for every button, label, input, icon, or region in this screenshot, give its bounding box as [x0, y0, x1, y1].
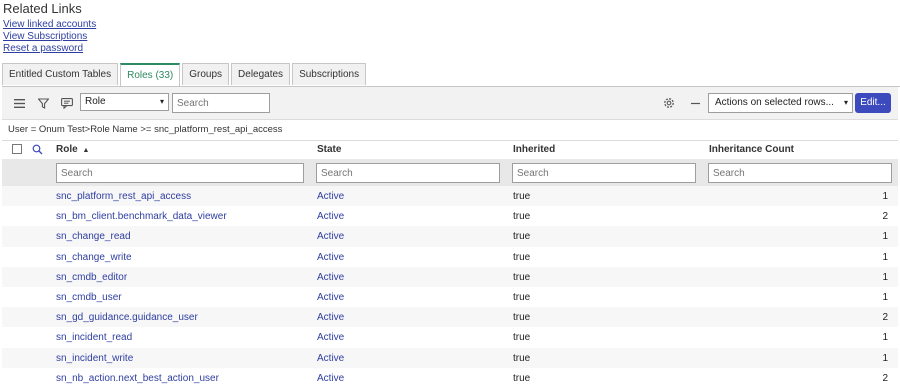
- filter-field-select[interactable]: Role ▾: [80, 93, 169, 111]
- column-header-inherited[interactable]: Inherited: [513, 144, 555, 155]
- inheritance-count-value: 1: [882, 332, 888, 344]
- filter-breadcrumb[interactable]: User = Onum Test>Role Name >= snc_platfo…: [8, 124, 282, 135]
- reset-password-link[interactable]: Reset a password: [3, 43, 83, 54]
- column-header-inheritance-count[interactable]: Inheritance Count: [709, 144, 794, 155]
- inherited-value: true: [513, 271, 531, 283]
- sort-ascending-icon: ▲: [82, 147, 90, 154]
- inheritance-count-search-input[interactable]: [708, 163, 892, 183]
- inheritance-count-value: 2: [882, 372, 888, 384]
- role-link[interactable]: snc_platform_rest_api_access: [56, 191, 191, 202]
- column-search-row: [2, 159, 898, 186]
- comment-icon[interactable]: [60, 96, 74, 110]
- role-link[interactable]: sn_incident_write: [56, 353, 133, 364]
- inherited-value: true: [513, 372, 531, 384]
- list-toolbar: Role ▾ Actions on selected rows... ▾ Edi…: [2, 87, 898, 120]
- search-icon: [32, 144, 43, 155]
- state-link[interactable]: Active: [317, 292, 344, 303]
- table-row: sn_incident_write Active true 1: [2, 347, 898, 368]
- tab-subscriptions[interactable]: Subscriptions: [292, 63, 367, 85]
- table-row: sn_gd_guidance.guidance_user Active true…: [2, 307, 898, 328]
- tab-groups[interactable]: Groups: [182, 63, 230, 85]
- collapse-minus-icon[interactable]: [688, 96, 702, 110]
- state-link[interactable]: Active: [317, 332, 344, 343]
- role-link[interactable]: sn_cmdb_user: [56, 292, 122, 303]
- actions-on-selected-rows-select[interactable]: Actions on selected rows... ▾: [708, 93, 853, 113]
- inherited-value: true: [513, 211, 531, 223]
- state-link[interactable]: Active: [317, 252, 344, 263]
- role-link[interactable]: sn_gd_guidance.guidance_user: [56, 312, 198, 323]
- inherited-value: true: [513, 312, 531, 324]
- list-search-input[interactable]: [172, 93, 270, 113]
- inherited-value: true: [513, 191, 531, 202]
- role-link[interactable]: sn_bm_client.benchmark_data_viewer: [56, 211, 227, 222]
- state-link[interactable]: Active: [317, 353, 344, 364]
- table-row: snc_platform_rest_api_access Active true…: [2, 186, 898, 207]
- column-search-toggle[interactable]: [32, 144, 43, 158]
- inheritance-count-value: 1: [882, 352, 888, 364]
- table-row: sn_change_write Active true 1: [2, 247, 898, 267]
- state-link[interactable]: Active: [317, 272, 344, 283]
- state-link[interactable]: Active: [317, 373, 344, 384]
- inherited-search-input[interactable]: [512, 163, 696, 183]
- inheritance-count-value: 1: [882, 251, 888, 263]
- role-link[interactable]: sn_change_read: [56, 231, 131, 242]
- view-linked-accounts-link[interactable]: View linked accounts: [3, 19, 96, 30]
- state-link[interactable]: Active: [317, 231, 344, 242]
- inherited-value: true: [513, 251, 531, 263]
- gear-icon[interactable]: [662, 96, 676, 110]
- inheritance-count-value: 1: [882, 271, 888, 283]
- column-header-role-label: Role: [56, 144, 78, 155]
- column-header-state[interactable]: State: [317, 144, 341, 155]
- table-row: sn_cmdb_user Active true 1: [2, 287, 898, 307]
- filter-field-value: Role: [85, 96, 106, 107]
- inherited-value: true: [513, 291, 531, 303]
- table-row: sn_incident_read Active true 1: [2, 327, 898, 347]
- inheritance-count-value: 1: [882, 231, 888, 243]
- related-list-tabs: Entitled Custom Tables Roles (33) Groups…: [2, 63, 368, 86]
- caret-down-icon: ▾: [843, 98, 848, 107]
- edit-button[interactable]: Edit...: [855, 93, 891, 113]
- role-link[interactable]: sn_cmdb_editor: [56, 272, 127, 283]
- state-link[interactable]: Active: [317, 191, 344, 202]
- table-row: sn_cmdb_editor Active true 1: [2, 266, 898, 287]
- header-divider: [2, 140, 898, 141]
- actions-select-label: Actions on selected rows...: [715, 97, 834, 108]
- roles-table-body: snc_platform_rest_api_access Active true…: [2, 186, 898, 388]
- view-subscriptions-link[interactable]: View Subscriptions: [3, 31, 87, 42]
- related-links-title: Related Links: [3, 1, 82, 16]
- inheritance-count-value: 2: [882, 312, 888, 324]
- role-link[interactable]: sn_change_write: [56, 252, 132, 263]
- inherited-value: true: [513, 231, 531, 243]
- inheritance-count-value: 1: [882, 191, 888, 202]
- select-all-checkbox[interactable]: [12, 144, 22, 154]
- state-link[interactable]: Active: [317, 312, 344, 323]
- state-search-input[interactable]: [316, 163, 500, 183]
- filter-icon[interactable]: [36, 96, 50, 110]
- table-row: sn_bm_client.benchmark_data_viewer Activ…: [2, 206, 898, 226]
- inherited-value: true: [513, 332, 531, 344]
- role-link[interactable]: sn_incident_read: [56, 332, 132, 343]
- table-row: sn_change_read Active true 1: [2, 226, 898, 247]
- hamburger-menu-icon[interactable]: [12, 96, 26, 110]
- table-row: sn_nb_action.next_best_action_user Activ…: [2, 368, 898, 388]
- column-header-role[interactable]: Role ▲: [56, 144, 89, 155]
- inheritance-count-value: 1: [882, 291, 888, 303]
- tab-roles[interactable]: Roles (33): [120, 63, 181, 86]
- tab-entitled-custom-tables[interactable]: Entitled Custom Tables: [2, 63, 119, 85]
- role-search-input[interactable]: [56, 163, 304, 183]
- tab-delegates[interactable]: Delegates: [231, 63, 291, 85]
- state-link[interactable]: Active: [317, 211, 344, 222]
- inheritance-count-value: 2: [882, 211, 888, 223]
- caret-down-icon: ▾: [159, 97, 164, 106]
- role-link[interactable]: sn_nb_action.next_best_action_user: [56, 373, 219, 384]
- inherited-value: true: [513, 352, 531, 364]
